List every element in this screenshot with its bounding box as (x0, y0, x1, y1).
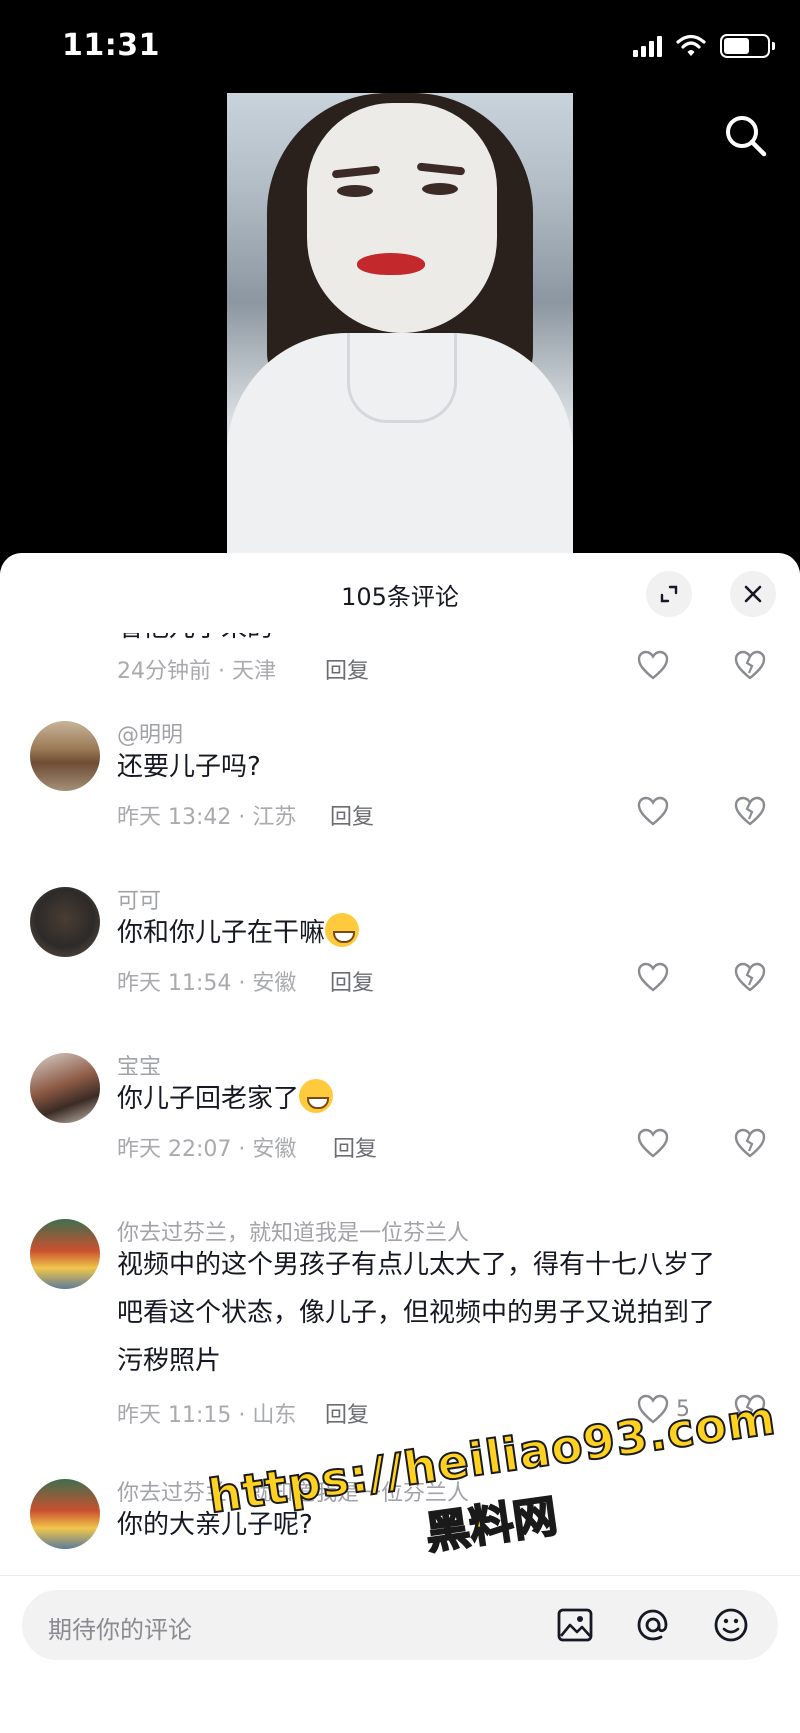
reply-button[interactable]: 回复 (325, 653, 369, 685)
comment-text-line: 吧看这个状态，像儿子，但视频中的男子又说拍到了 (117, 1298, 716, 1328)
close-icon (744, 585, 762, 603)
comment-text: 视频中的这个男孩子有点儿太大了，得有十七八岁了 吧看这个状态，像儿子，但视频中的… (117, 1241, 777, 1385)
broken-heart-icon (734, 962, 766, 992)
like-count: 5 (676, 1396, 690, 1422)
video-frame[interactable] (227, 93, 573, 558)
heart-icon (637, 796, 669, 826)
close-button[interactable] (730, 571, 776, 617)
dislike-button[interactable] (733, 649, 767, 685)
avatar[interactable] (30, 1479, 100, 1549)
broken-heart-icon (734, 1394, 766, 1424)
search-icon[interactable] (720, 110, 772, 162)
mention-icon[interactable] (630, 1602, 676, 1648)
reply-button[interactable]: 回复 (333, 1131, 377, 1163)
wifi-icon (676, 34, 706, 56)
like-button[interactable] (636, 795, 670, 827)
comment-text: 你儿子回老家了 (117, 1084, 300, 1114)
heart-icon (637, 1394, 669, 1424)
like-button[interactable]: 5 (636, 1393, 690, 1425)
emoji-icon[interactable] (708, 1602, 754, 1648)
comment-text-line: 视频中的这个男孩子有点儿太大了，得有十七八岁了 (117, 1250, 716, 1280)
status-bar: 11:31 (0, 0, 800, 96)
like-button[interactable] (636, 961, 670, 993)
comment-meta: 昨天 11:54 · 安徽 (117, 971, 297, 996)
expand-button[interactable] (646, 571, 692, 617)
comment-sheet: 105条评论 看他儿子来的 24分钟前 · 天津 回复 (0, 553, 800, 1733)
battery-icon (720, 34, 775, 58)
dislike-button[interactable] (733, 1127, 767, 1163)
comment-text: 你和你儿子在干嘛 (117, 918, 326, 948)
comment-list[interactable]: 看他儿子来的 24分钟前 · 天津 回复 @明明 还要儿子吗? 昨天 13:42… (0, 633, 800, 1643)
comment-meta: 昨天 22:07 · 安徽 (117, 1137, 297, 1162)
comment-meta: 昨天 13:42 · 江苏 (117, 805, 297, 830)
status-icons (633, 34, 775, 58)
sheet-header: 105条评论 (0, 553, 800, 633)
comment-input-bar: 期待你的评论 (0, 1575, 800, 1733)
comment-meta: 24分钟前 · 天津 (117, 659, 276, 684)
dislike-button[interactable] (733, 1393, 767, 1429)
avatar[interactable] (30, 1053, 100, 1123)
comment-input-placeholder: 期待你的评论 (48, 1616, 192, 1644)
status-time: 11:31 (62, 28, 160, 63)
comment-text: 你的大亲儿子呢? (117, 1510, 313, 1540)
heart-icon (637, 962, 669, 992)
image-icon[interactable] (552, 1602, 598, 1648)
dislike-button[interactable] (733, 961, 767, 997)
broken-heart-icon (734, 1128, 766, 1158)
heart-icon (637, 1128, 669, 1158)
reply-button[interactable]: 回复 (325, 1397, 369, 1429)
comment-meta: 昨天 11:15 · 山东 (117, 1403, 297, 1428)
expand-icon (660, 585, 678, 603)
reply-button[interactable]: 回复 (330, 799, 374, 831)
like-button[interactable] (636, 649, 670, 681)
grinning-emoji (299, 1079, 334, 1113)
comment-text: 还要儿子吗? (117, 752, 261, 782)
dislike-button[interactable] (733, 795, 767, 831)
broken-heart-icon (734, 650, 766, 680)
comment-input[interactable]: 期待你的评论 (22, 1590, 778, 1660)
avatar[interactable] (30, 1219, 100, 1289)
avatar[interactable] (30, 721, 100, 791)
comment-text-line: 污秽照片 (117, 1346, 222, 1376)
comment-text: 看他儿子来的 (117, 633, 273, 644)
avatar[interactable] (30, 887, 100, 957)
like-button[interactable] (636, 1127, 670, 1159)
signal-icon (633, 35, 662, 57)
comment-text-row: 你和你儿子在干嘛 (117, 909, 777, 957)
video-player[interactable] (0, 93, 800, 558)
grinning-sweat-emoji (325, 913, 360, 947)
comment-text-row: 你儿子回老家了 (117, 1075, 777, 1123)
reply-button[interactable]: 回复 (330, 965, 374, 997)
broken-heart-icon (734, 796, 766, 826)
heart-icon (637, 650, 669, 680)
